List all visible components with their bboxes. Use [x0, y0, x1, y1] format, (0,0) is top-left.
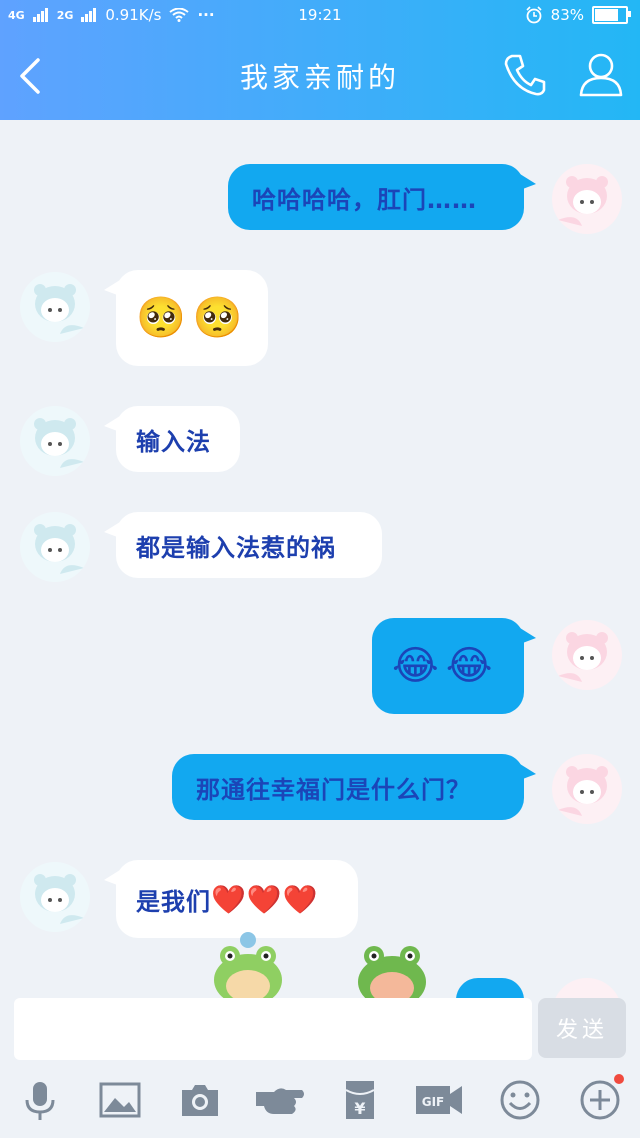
heart-icon: ❤️ [211, 882, 247, 916]
message-text: 输入法 [136, 427, 211, 456]
contact-avatar[interactable] [20, 272, 90, 342]
message-bubble-outgoing[interactable]: 😂 😂 [372, 618, 536, 714]
message-text: 都是输入法惹的祸 [136, 533, 336, 562]
bottom-toolbar: ¥ GIF [0, 1070, 640, 1138]
message-text: 那通往幸福门是什么门？ [196, 775, 471, 804]
frog-sticker-left [214, 932, 282, 998]
message-input[interactable] [14, 998, 532, 1060]
red-packet-icon[interactable]: ¥ [338, 1078, 382, 1122]
pleading-face-icon: 🥺 [192, 295, 244, 341]
gif-icon[interactable]: GIF [414, 1078, 466, 1122]
microphone-icon[interactable] [18, 1078, 62, 1122]
chat-area[interactable]: 哈哈哈哈，肛门…… 🥺 🥺 输入法 都是输入法惹的祸 😂 😂 那通往幸福门是什么… [0, 120, 640, 998]
tears-of-joy-icon: 😂 [392, 643, 440, 689]
my-avatar[interactable] [552, 754, 622, 824]
svg-text:GIF: GIF [422, 1095, 445, 1109]
plus-icon[interactable] [578, 1078, 622, 1122]
phone-icon[interactable] [500, 50, 550, 100]
profile-icon[interactable] [576, 50, 626, 100]
frog-sticker-right [358, 946, 426, 998]
my-avatar[interactable] [552, 620, 622, 690]
message-bubble-incoming[interactable]: 是我们 ❤️ ❤️ ❤️ [104, 860, 358, 938]
message-text: 是我们 [136, 887, 211, 916]
poke-icon[interactable] [254, 1078, 308, 1122]
message-bubble-incoming[interactable]: 输入法 [104, 406, 240, 472]
battery-icon [592, 6, 631, 24]
tears-of-joy-icon: 😂 [445, 643, 494, 689]
message-bubble-outgoing[interactable]: 哈哈哈哈，肛门…… [228, 164, 536, 230]
message-bubble-outgoing[interactable]: 那通往幸福门是什么门？ [172, 754, 536, 820]
message-text: 哈哈哈哈，肛门…… [252, 185, 477, 214]
chat-header: 我家亲耐的 [0, 34, 640, 120]
pleading-face-icon: 🥺 [136, 295, 187, 341]
my-avatar[interactable] [552, 164, 622, 234]
status-bar: 4G 2G 0.91K/s ··· 19:21 83% [0, 0, 640, 34]
contact-avatar[interactable] [20, 512, 90, 582]
alarm-icon [526, 6, 542, 24]
notification-dot [614, 1074, 624, 1084]
message-bubble-incoming[interactable]: 🥺 🥺 [104, 270, 268, 366]
battery-percent: 83% [550, 6, 584, 24]
image-icon[interactable] [98, 1078, 142, 1122]
contact-avatar[interactable] [20, 406, 90, 476]
emoji-icon[interactable] [498, 1078, 542, 1122]
input-row: 发送 [0, 998, 640, 1070]
message-bubble-partial [456, 978, 524, 998]
send-button[interactable]: 发送 [538, 998, 626, 1058]
svg-text:¥: ¥ [354, 1099, 365, 1118]
camera-icon[interactable] [178, 1078, 222, 1122]
contact-avatar[interactable] [20, 862, 90, 932]
message-bubble-incoming[interactable]: 都是输入法惹的祸 [104, 512, 382, 578]
plus-button[interactable] [574, 1070, 632, 1130]
my-avatar [552, 978, 622, 998]
heart-icon: ❤️ [282, 882, 319, 916]
heart-icon: ❤️ [246, 882, 283, 916]
